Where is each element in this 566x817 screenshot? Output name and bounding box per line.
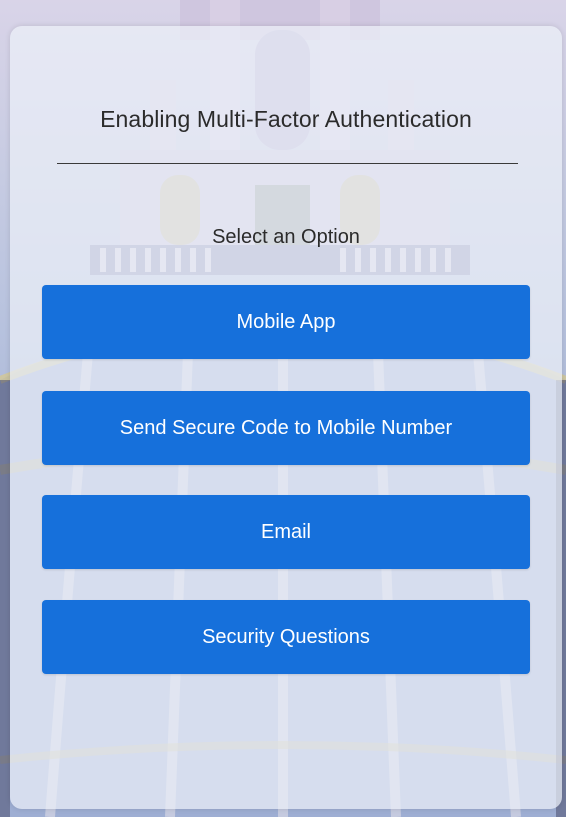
dialog-subtitle: Select an Option [212,226,360,248]
dialog-title: Enabling Multi-Factor Authentication [100,106,472,132]
mobile-app-button[interactable]: Mobile App [42,285,530,359]
email-button[interactable]: Email [42,495,530,569]
security-questions-button[interactable]: Security Questions [42,600,530,674]
title-divider [57,163,518,164]
send-secure-code-button[interactable]: Send Secure Code to Mobile Number [42,391,530,465]
page-background: Enabling Multi-Factor Authentication Sel… [0,0,566,817]
